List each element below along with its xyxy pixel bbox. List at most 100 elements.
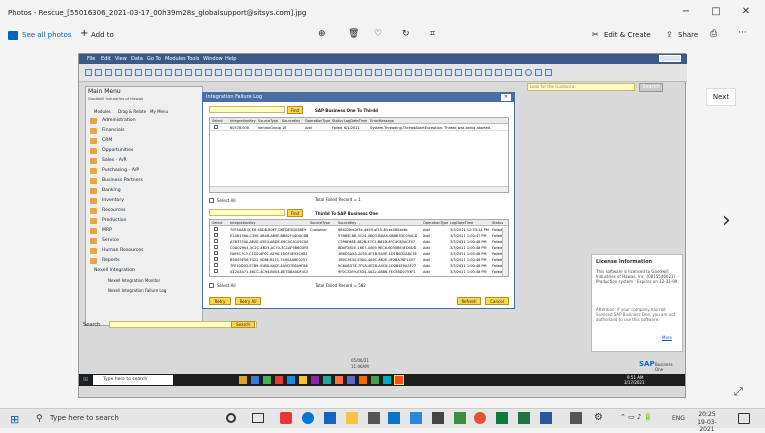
toolbar-icon[interactable]: [205, 69, 212, 76]
toolbar-icon[interactable]: [195, 69, 202, 76]
toolbar-icon[interactable]: [435, 69, 442, 76]
share-button[interactable]: Share: [678, 31, 698, 39]
toolbar-icon[interactable]: [265, 69, 272, 76]
menu-item-mrp[interactable]: MRP: [88, 226, 200, 236]
menu-item-integration-monitor[interactable]: Nexell Integration Monitor: [88, 276, 200, 286]
edge-icon[interactable]: [302, 412, 314, 424]
row-checkbox[interactable]: [214, 233, 218, 237]
toolbar-icon[interactable]: [315, 69, 322, 76]
taskbar-app-icon[interactable]: [368, 412, 380, 424]
settings-gear-icon[interactable]: ⚙: [594, 412, 603, 423]
toolbar-icon[interactable]: [175, 69, 182, 76]
outlook-icon[interactable]: [388, 412, 400, 424]
taskbar-app-icon[interactable]: [324, 412, 336, 424]
row-checkbox[interactable]: [214, 245, 218, 249]
toolbar-icon[interactable]: [375, 69, 382, 76]
close-button[interactable]: ✕: [738, 6, 754, 17]
menu-item-human-resources[interactable]: Human Resources: [88, 246, 200, 256]
menu-item-production[interactable]: Production: [88, 216, 200, 226]
taskbar-app-icon[interactable]: [280, 412, 292, 424]
toolbar-icon[interactable]: [445, 69, 452, 76]
file-explorer-icon[interactable]: [346, 412, 358, 424]
menu-item-banking[interactable]: Banking: [88, 186, 200, 196]
photos-taskbar-icon[interactable]: [570, 412, 582, 424]
toolbar-icon[interactable]: [455, 69, 462, 76]
sap-global-search-input[interactable]: Look for the Guidance: [527, 83, 635, 91]
toolbar-icon[interactable]: [295, 69, 302, 76]
sap-menu-goto[interactable]: Go To: [147, 56, 161, 62]
taskbar-time[interactable]: 20:25: [694, 411, 720, 418]
row-checkbox[interactable]: [214, 251, 218, 255]
taskbar-date[interactable]: 19-03-2021: [690, 419, 724, 433]
toolbar-icon[interactable]: [185, 69, 192, 76]
chrome-icon[interactable]: [474, 412, 486, 424]
toolbar-icon[interactable]: [535, 69, 542, 76]
license-more-link[interactable]: More: [662, 335, 672, 340]
top-grid-scrollbar[interactable]: [210, 186, 508, 192]
toolbar-icon[interactable]: [275, 69, 282, 76]
help-globe-icon[interactable]: [525, 69, 532, 76]
sap-menu-help[interactable]: Help: [225, 56, 236, 62]
bottom-find-input[interactable]: [209, 209, 285, 216]
toolbar-icon[interactable]: [485, 69, 492, 76]
task-view-icon[interactable]: [252, 413, 264, 423]
inner-taskbar-app-icon[interactable]: [287, 376, 295, 384]
inner-windows-icon[interactable]: ⊞: [83, 376, 88, 383]
inner-taskbar-app-icon[interactable]: [359, 376, 367, 384]
sap-menu-view[interactable]: View: [115, 56, 127, 62]
toolbar-icon[interactable]: [495, 69, 502, 76]
crop-icon[interactable]: ⌗: [430, 29, 435, 39]
toolbar-icon[interactable]: [285, 69, 292, 76]
inner-taskbar-app-icon[interactable]: [299, 376, 307, 384]
menu-item-inventory[interactable]: Inventory: [88, 196, 200, 206]
row-checkbox[interactable]: [214, 239, 218, 243]
toolbar-icon[interactable]: [135, 69, 142, 76]
row-checkbox[interactable]: [214, 257, 218, 261]
toolbar-icon[interactable]: [545, 69, 552, 76]
table-row[interactable]: A12A3A71-E6CC-4C94-B004-8E7D8A0DF4CE 9F0…: [210, 269, 502, 275]
sap-menu-tools[interactable]: Tools: [187, 56, 199, 62]
toolbar-icon[interactable]: [395, 69, 402, 76]
toolbar-icon[interactable]: [405, 69, 412, 76]
bottom-search-button[interactable]: Search: [231, 321, 255, 328]
row-checkbox[interactable]: [214, 263, 218, 267]
toolbar-icon[interactable]: [85, 69, 92, 76]
menu-item-sales[interactable]: Sales - A/R: [88, 156, 200, 166]
cortana-icon[interactable]: [226, 413, 236, 423]
sap-menu-modules[interactable]: Modules: [165, 56, 186, 62]
rotate-icon[interactable]: ↻: [402, 29, 410, 39]
inner-taskbar-app-icon[interactable]: [394, 375, 404, 385]
toolbar-icon[interactable]: [425, 69, 432, 76]
share-icon[interactable]: ⇪: [666, 30, 673, 39]
inner-taskbar-app-icon[interactable]: [335, 376, 343, 384]
inner-taskbar-app-icon[interactable]: [371, 376, 379, 384]
inner-taskbar-app-icon[interactable]: [323, 376, 331, 384]
more-options-icon[interactable]: ···: [738, 28, 747, 38]
add-to-button[interactable]: Add to: [91, 31, 114, 39]
menu-item-nexell-integration[interactable]: Nexell Integration: [88, 266, 200, 276]
toolbar-icon[interactable]: [305, 69, 312, 76]
print-icon[interactable]: ⎙: [710, 29, 717, 39]
edit-create-icon[interactable]: ✂: [592, 30, 599, 39]
taskbar-app-icon[interactable]: [454, 412, 466, 424]
row-checkbox[interactable]: [214, 227, 218, 231]
delete-icon[interactable]: 🗑: [348, 29, 359, 39]
toolbar-icon[interactable]: [105, 69, 112, 76]
top-find-input[interactable]: [209, 106, 285, 113]
toolbar-icon[interactable]: [365, 69, 372, 76]
menu-item-resources[interactable]: Resources: [88, 206, 200, 216]
row-checkbox[interactable]: [214, 125, 218, 129]
inner-search-box[interactable]: Type here to search: [93, 375, 173, 385]
see-all-photos-button[interactable]: See all photos: [22, 31, 72, 39]
toolbar-icon[interactable]: [165, 69, 172, 76]
inner-taskbar-app-icon[interactable]: [383, 376, 391, 384]
menu-item-purchasing[interactable]: Purchasing - A/P: [88, 166, 200, 176]
toolbar-icon[interactable]: [415, 69, 422, 76]
excel-icon[interactable]: [518, 412, 530, 424]
refresh-button[interactable]: Refresh: [457, 297, 481, 305]
retry-all-button[interactable]: Retry All: [235, 297, 261, 305]
top-find-button[interactable]: Find: [287, 106, 303, 114]
inner-taskbar-app-icon[interactable]: [311, 376, 319, 384]
dialog-close-icon[interactable]: ✕: [501, 94, 511, 101]
inner-taskbar-app-icon[interactable]: [239, 376, 247, 384]
